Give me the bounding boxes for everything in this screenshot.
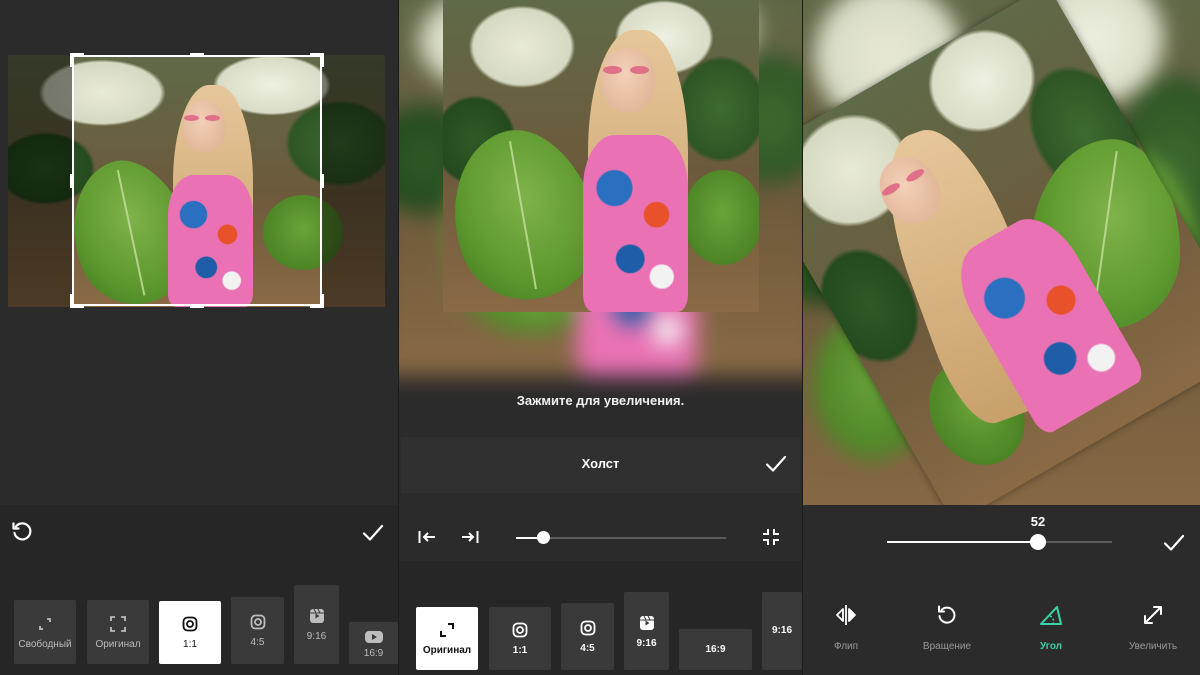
original-frame-icon — [109, 615, 127, 633]
canvas-ratio-9-16-alt-button[interactable]: 9:16 — [762, 592, 802, 670]
crop-mask-left — [8, 55, 72, 307]
zoom-hint-text: Зажмите для увеличения. — [516, 393, 685, 408]
ratio-original-button[interactable]: Оригинал — [87, 600, 149, 664]
tool-label: Увеличить — [1128, 641, 1178, 652]
crop-handle-left[interactable] — [70, 174, 74, 188]
tool-label: Вращение — [922, 641, 972, 652]
angle-icon — [1039, 603, 1063, 627]
rotate-confirm-icon[interactable] — [1163, 532, 1185, 554]
canvas-ratio-original-button[interactable]: Оригинал — [416, 607, 478, 670]
rotate-stage — [803, 0, 1200, 505]
ratio-16-9-button[interactable]: 16:9 — [349, 622, 398, 664]
ratio-label: 9:16 — [306, 631, 327, 642]
ratio-free-button[interactable]: Свободный — [14, 600, 76, 664]
crop-confirm-icon[interactable] — [362, 522, 384, 544]
rotate-tools: Флип Вращение Угол Увеличить — [803, 583, 1200, 675]
ratio-label: 4:5 — [250, 637, 265, 648]
crop-handle-right[interactable] — [320, 174, 324, 188]
instagram-icon — [249, 613, 267, 631]
canvas-ratio-16-9-button[interactable]: 16:9 — [679, 629, 752, 670]
free-crop-icon — [36, 615, 54, 633]
tool-label: Угол — [1039, 641, 1063, 652]
rotate-icon — [935, 603, 959, 627]
instagram-icon — [511, 621, 529, 639]
crop-toolbar — [0, 505, 398, 561]
crop-ratio-list: Свободный Оригинал 1:1 4:5 9:16 16:9 — [0, 561, 398, 675]
crop-handle-bottom-left[interactable] — [70, 294, 84, 308]
instagram-icon — [181, 615, 199, 633]
crop-handle-bottom[interactable] — [190, 304, 204, 308]
reset-icon[interactable] — [10, 520, 34, 544]
ratio-label: 1:1 — [512, 645, 528, 656]
canvas-title: Холст — [581, 456, 620, 471]
crop-mask-right — [322, 55, 385, 307]
ratio-4-5-button[interactable]: 4:5 — [231, 597, 284, 664]
reels-icon — [308, 607, 326, 625]
flip-icon — [834, 603, 858, 627]
ratio-label: 1:1 — [183, 639, 197, 650]
slider-knob[interactable] — [536, 531, 550, 544]
canvas-ratio-1-1-button[interactable]: 1:1 — [489, 607, 551, 670]
canvas-blur-slider[interactable] — [516, 531, 726, 544]
crop-handle-bottom-right[interactable] — [310, 294, 324, 308]
flip-button[interactable]: Флип — [806, 603, 886, 652]
ratio-label: 16:9 — [705, 644, 726, 655]
align-right-icon[interactable] — [461, 530, 479, 544]
crop-frame[interactable] — [70, 53, 324, 308]
align-left-icon[interactable] — [418, 530, 436, 544]
canvas-controls — [399, 515, 802, 559]
canvas-ratio-9-16-button[interactable]: 9:16 — [624, 592, 669, 670]
canvas-panel: Зажмите для увеличения. Холст Оригинал 1… — [399, 0, 802, 675]
canvas-confirm-icon[interactable] — [765, 453, 787, 475]
ratio-label: Свободный — [18, 638, 72, 650]
instagram-icon — [579, 619, 597, 637]
youtube-icon — [364, 628, 383, 646]
ratio-label: 16:9 — [363, 647, 384, 659]
crop-handle-top[interactable] — [190, 53, 204, 57]
crop-panel: Свободный Оригинал 1:1 4:5 9:16 16:9 — [0, 0, 398, 675]
crop-handle-top-left[interactable] — [70, 53, 84, 67]
angle-slider[interactable] — [887, 534, 1112, 550]
canvas-photo[interactable] — [443, 0, 759, 312]
rotation-button[interactable]: Вращение — [907, 603, 987, 652]
angle-value: 52 — [1030, 514, 1046, 529]
zoom-icon — [1141, 603, 1165, 627]
angle-button[interactable]: Угол — [1011, 603, 1091, 652]
tool-label: Флип — [833, 641, 859, 652]
ratio-label: 9:16 — [771, 625, 792, 636]
ratio-label: Оригинал — [95, 638, 141, 650]
canvas-ratio-list: Оригинал 1:1 4:5 9:16 16:9 9:16 — [399, 561, 802, 675]
ratio-label: 4:5 — [580, 643, 595, 654]
canvas-ratio-4-5-button[interactable]: 4:5 — [561, 603, 614, 670]
rotate-panel: 52 Флип Вращение Угол Увеличить — [803, 0, 1200, 675]
ratio-label: Оригинал — [422, 645, 472, 656]
expand-corners-icon — [438, 621, 456, 639]
ratio-1-1-button[interactable]: 1:1 — [159, 601, 221, 664]
ratio-label: 9:16 — [636, 637, 657, 649]
reels-icon — [638, 614, 656, 632]
slider-fill — [887, 541, 1038, 543]
crop-handle-top-right[interactable] — [310, 53, 324, 67]
collapse-icon[interactable] — [762, 528, 780, 546]
zoom-button[interactable]: Увеличить — [1113, 603, 1193, 652]
slider-knob[interactable] — [1029, 534, 1046, 550]
ratio-9-16-button[interactable]: 9:16 — [294, 585, 339, 664]
